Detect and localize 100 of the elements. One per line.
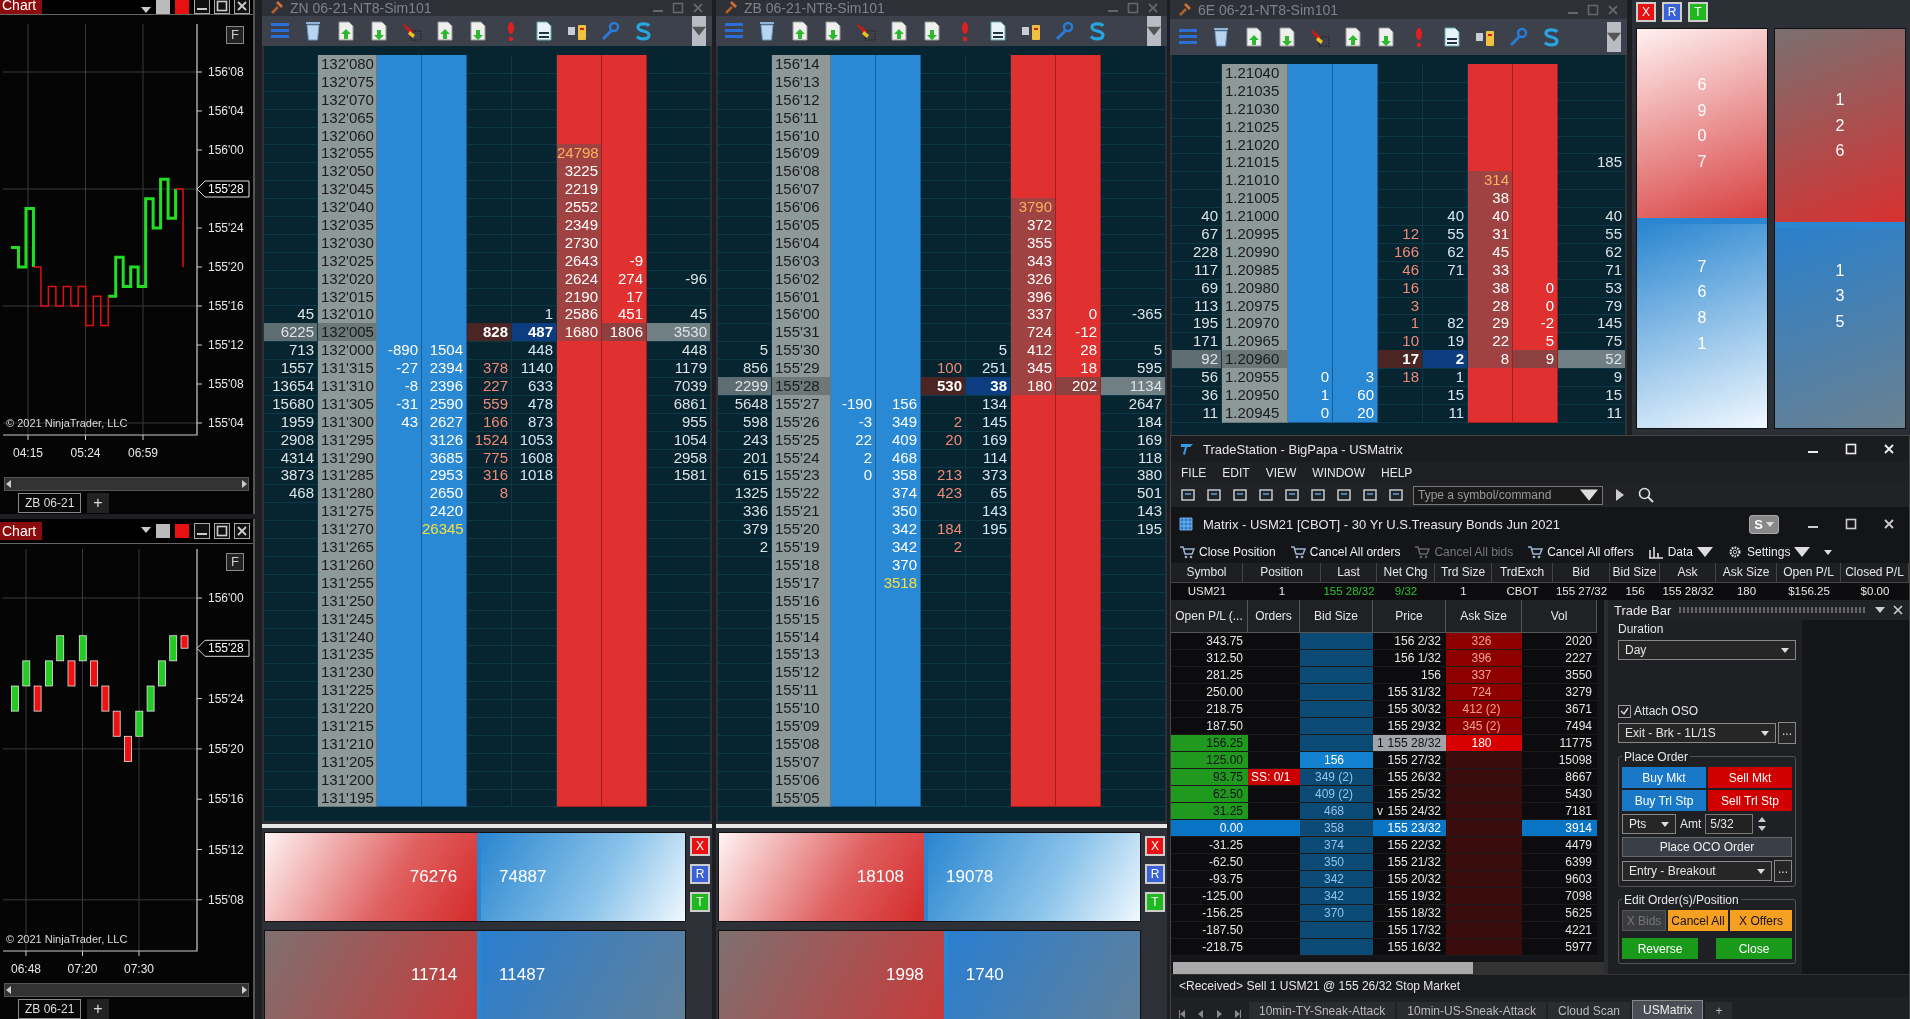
buy-volume-bar: 7681	[1637, 223, 1767, 428]
column-header[interactable]: Net Chg	[1377, 563, 1435, 583]
table-cell: 5430	[1522, 786, 1597, 803]
table-cell[interactable]: 342	[1300, 871, 1373, 888]
menu-item[interactable]: VIEW	[1265, 465, 1297, 480]
workspace-tab[interactable]: 10min-US-Sneak-Attack	[1397, 1002, 1546, 1019]
table-cell[interactable]: 345 (2)	[1446, 718, 1522, 735]
toolbar-menu[interactable]: Data	[1647, 545, 1713, 559]
chart-tab[interactable]: ZB 06-21	[18, 493, 82, 513]
order-button[interactable]: Reverse	[1622, 938, 1698, 959]
menu-item[interactable]: FILE	[1181, 465, 1207, 480]
column-header[interactable]: Open P/L	[1777, 563, 1841, 583]
price-text: 155 19/32	[1387, 888, 1441, 904]
add-tab-button[interactable]: +	[87, 493, 109, 513]
price-text: 156 1/32	[1394, 650, 1441, 666]
order-button[interactable]: Cancel All	[1668, 910, 1728, 931]
strategy-dropdown[interactable]: Exit - Brk - 1L/1S	[1618, 723, 1776, 743]
axis-label: 07:20	[67, 961, 98, 976]
table-cell[interactable]: 326	[1446, 633, 1522, 650]
workspace-tab[interactable]: 10min-TY-Sneak-Attack	[1249, 1002, 1396, 1019]
side-button[interactable]: R	[1662, 2, 1682, 22]
table-cell[interactable]: 180	[1446, 735, 1522, 752]
column-header[interactable]: Symbol	[1171, 563, 1243, 583]
order-button[interactable]: Close	[1716, 938, 1792, 959]
column-header[interactable]: Bid Size	[1610, 563, 1660, 583]
add-tab-button[interactable]: +	[87, 999, 109, 1019]
price-cell: 155'28	[772, 377, 831, 396]
table-cell[interactable]: 370	[1300, 905, 1373, 922]
column-header[interactable]: Closed P/L	[1841, 563, 1909, 583]
column-header[interactable]: TrdExch	[1492, 563, 1553, 583]
order-button[interactable]: X Offers	[1730, 910, 1792, 931]
command-field[interactable]: Type a symbol/command	[1413, 485, 1603, 505]
strategy-dropdown[interactable]: Entry - Breakout	[1622, 861, 1772, 881]
ladder-cell: 195	[1101, 520, 1165, 540]
ladder-cell: 166	[1378, 242, 1423, 262]
toolbar-button[interactable]: Close Position	[1179, 545, 1276, 559]
side-button[interactable]: X	[1145, 836, 1165, 856]
side-button[interactable]: X	[690, 836, 710, 856]
ladder-cell: 2349	[557, 216, 602, 235]
f-button[interactable]: F	[226, 26, 244, 44]
table-cell: 62.50	[1171, 786, 1248, 803]
column-header[interactable]: Price	[1373, 600, 1446, 633]
column-header[interactable]: Vol	[1522, 600, 1597, 633]
chart-tab[interactable]: ZB 06-21	[18, 999, 82, 1019]
toolbar-button[interactable]: Cancel All offers	[1527, 545, 1634, 559]
side-button[interactable]: X	[1636, 2, 1656, 22]
menu-item[interactable]: WINDOW	[1312, 465, 1365, 480]
table-cell[interactable]: 396	[1446, 650, 1522, 667]
ladder-cell: 2299	[718, 377, 772, 396]
more-button[interactable]: ...	[1774, 860, 1792, 882]
position-marker: 1	[1377, 735, 1384, 751]
column-header[interactable]: Ask	[1660, 563, 1716, 583]
order-button[interactable]: Buy Mkt	[1622, 767, 1706, 788]
table-cell[interactable]: 409 (2)	[1300, 786, 1373, 803]
unit-dropdown[interactable]: Pts	[1622, 814, 1676, 834]
side-button[interactable]: R	[690, 864, 710, 884]
column-header[interactable]: Bid	[1553, 563, 1610, 583]
toolbar-menu[interactable]: Settings	[1727, 545, 1811, 559]
table-cell[interactable]: 412 (2)	[1446, 701, 1522, 718]
workspace-tab[interactable]: USMatrix	[1632, 1000, 1704, 1019]
quote-cell: $0.00	[1841, 583, 1909, 600]
column-header[interactable]: Ask Size	[1716, 563, 1777, 583]
table-cell[interactable]: SS: 0/1	[1248, 769, 1300, 786]
table-cell[interactable]: 358	[1300, 820, 1373, 837]
order-button[interactable]: Sell Mkt	[1708, 767, 1792, 788]
table-cell[interactable]: 374	[1300, 837, 1373, 854]
attach-oso-checkbox[interactable]: Attach OSO	[1618, 704, 1796, 718]
toolbar-button[interactable]: Cancel All orders	[1289, 545, 1401, 559]
place-oco-button[interactable]: Place OCO Order	[1622, 837, 1792, 857]
column-header[interactable]: Bid Size	[1300, 600, 1373, 633]
ladder-cell: 11	[1558, 403, 1625, 423]
table-cell[interactable]: 342	[1300, 888, 1373, 905]
menu-item[interactable]: HELP	[1381, 465, 1413, 480]
sell-volume-bar: 18108	[719, 833, 924, 921]
menu-item[interactable]: EDIT	[1222, 465, 1250, 480]
column-header[interactable]: Orders	[1248, 600, 1300, 633]
f-button[interactable]: F	[226, 553, 244, 571]
table-cell: 5977	[1522, 939, 1597, 956]
ladder-cell: 3	[1378, 296, 1423, 316]
column-header[interactable]: Open P/L (...	[1171, 600, 1248, 633]
table-cell[interactable]: 337	[1446, 667, 1522, 684]
duration-dropdown[interactable]: Day	[1618, 640, 1796, 660]
column-header[interactable]: Position	[1243, 563, 1321, 583]
side-button[interactable]: R	[1145, 864, 1165, 884]
more-button[interactable]: ...	[1778, 722, 1796, 744]
workspace-tab[interactable]: Cloud Scan	[1548, 1002, 1631, 1019]
table-cell[interactable]: 156	[1300, 752, 1373, 769]
table-cell[interactable]: 349 (2)	[1300, 769, 1373, 786]
order-button[interactable]: Buy Trl Stp	[1622, 790, 1706, 811]
order-button[interactable]: Sell Trl Stp	[1708, 790, 1792, 811]
amount-field[interactable]: 5/32	[1705, 814, 1754, 834]
add-tab-button[interactable]: +	[1705, 1002, 1733, 1019]
ladder-cell: 55	[1558, 225, 1625, 244]
table-cell[interactable]: 724	[1446, 684, 1522, 701]
style-button[interactable]: S	[1749, 514, 1779, 534]
column-header[interactable]: Ask Size	[1446, 600, 1522, 633]
table-cell[interactable]: 350	[1300, 854, 1373, 871]
column-header[interactable]: Last	[1321, 563, 1377, 583]
column-header[interactable]: Trd Size	[1435, 563, 1492, 583]
table-cell[interactable]: 468	[1300, 803, 1373, 820]
